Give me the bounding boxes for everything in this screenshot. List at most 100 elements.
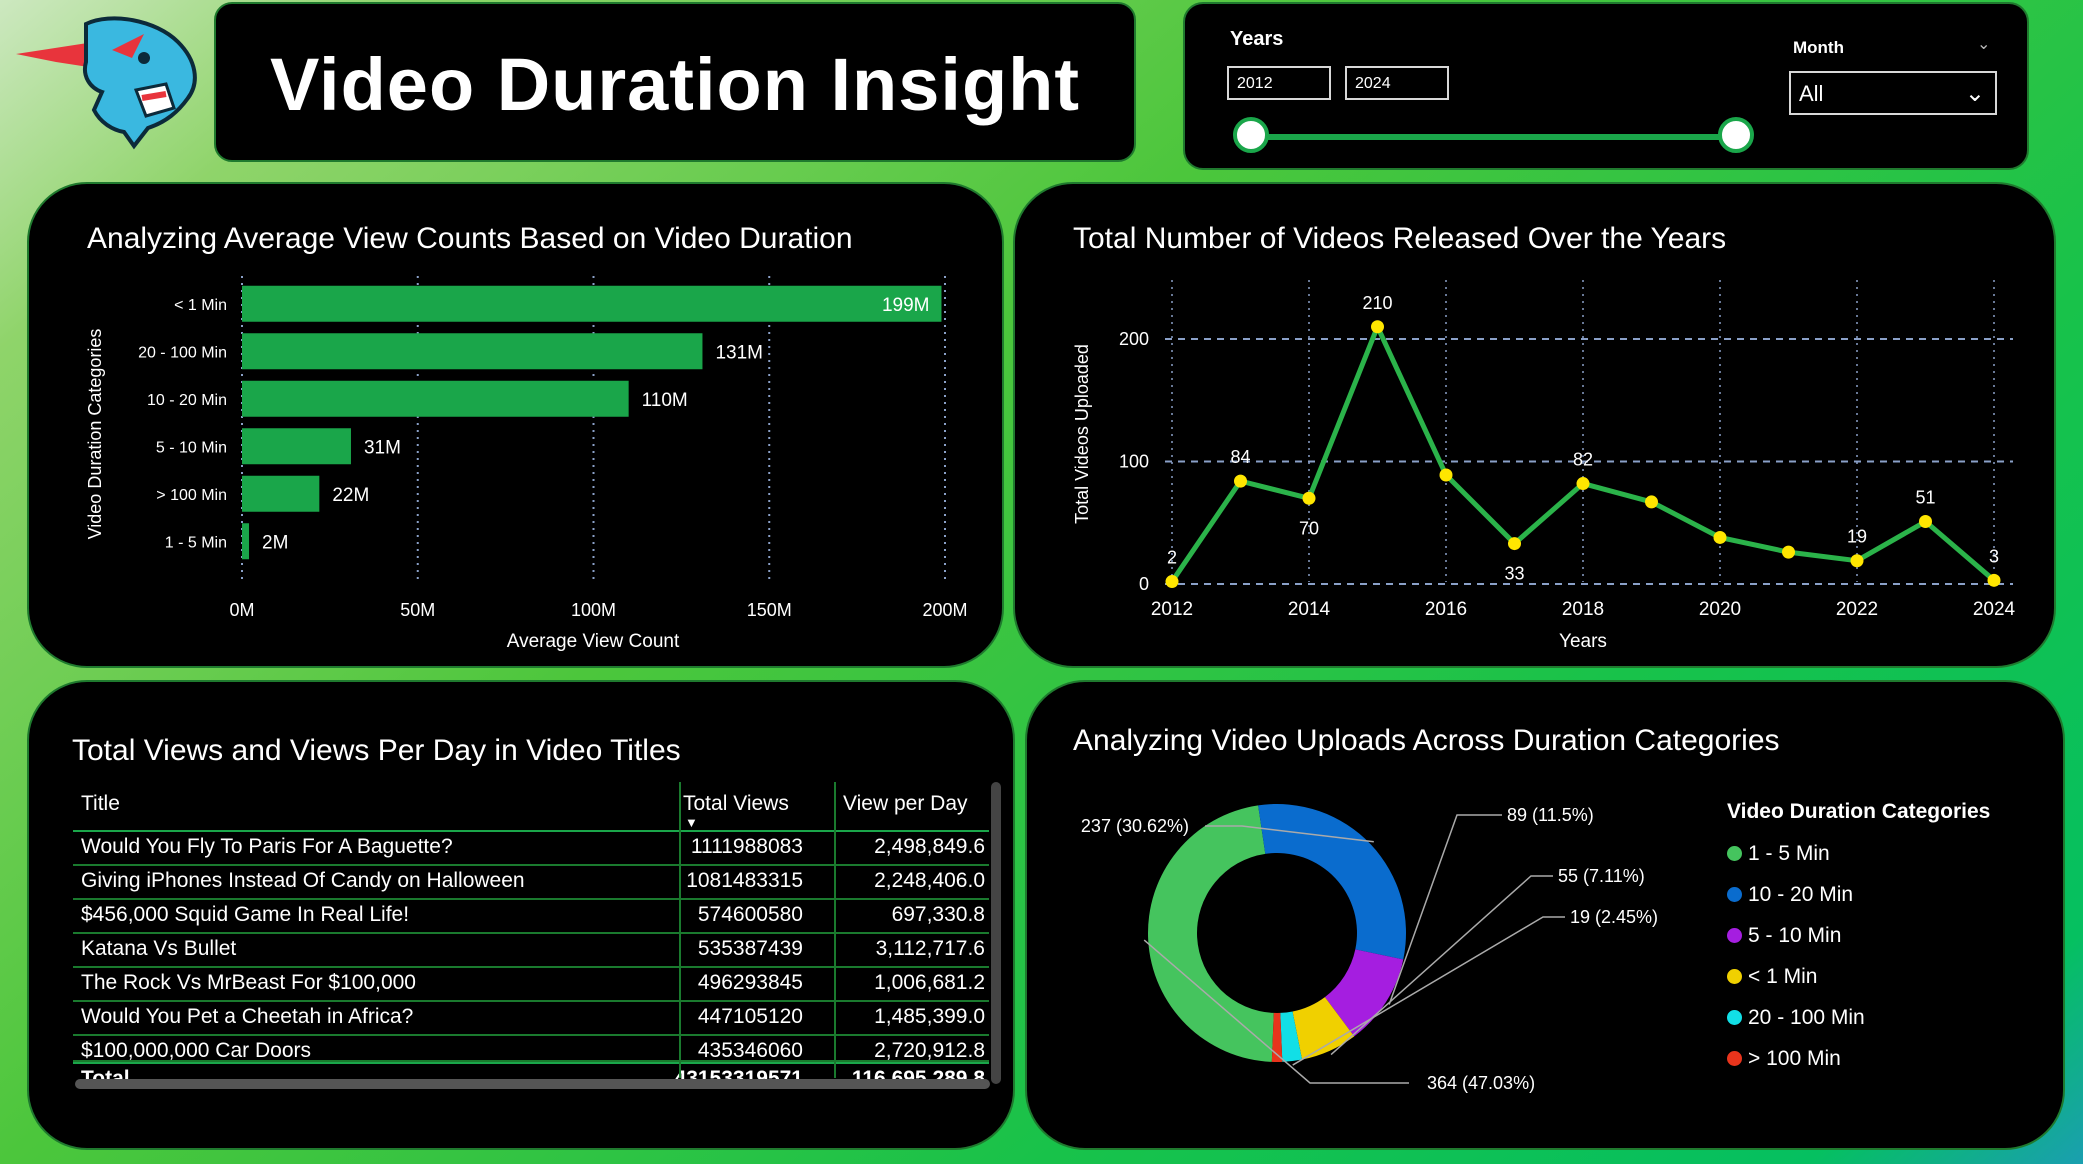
data-label: 19 [1847, 527, 1867, 547]
chevron-down-icon[interactable]: ⌄ [1977, 34, 1990, 54]
line-chart-panel: Total Number of Videos Released Over the… [1013, 182, 2056, 668]
years-filter-label: Years [1230, 28, 1284, 50]
year-range-slider[interactable] [1250, 134, 1740, 140]
legend-item[interactable]: > 100 Min [1727, 1047, 1841, 1075]
x-tick-label: 2014 [1288, 599, 1331, 620]
bar-value-label: 2M [262, 532, 288, 553]
data-label: 82 [1573, 450, 1593, 470]
cell-view-per-day: 1,485,399.0 [874, 1005, 985, 1028]
cell-view-per-day: 2,498,849.6 [874, 835, 985, 858]
x-tick-label: 2020 [1699, 599, 1741, 620]
cell-total-views: 1111988083 [690, 835, 803, 858]
legend-item[interactable]: 1 - 5 Min [1727, 842, 1830, 870]
legend-item[interactable]: 10 - 20 Min [1727, 883, 1853, 911]
bar-value-label: 31M [364, 437, 401, 458]
data-point [1439, 468, 1453, 482]
data-point [1576, 477, 1590, 491]
logo-icon [16, 16, 197, 150]
legend-title: Video Duration Categories [1727, 800, 1991, 823]
bar-value-label: 22M [332, 485, 369, 506]
cell-total-views: 574600580 [697, 903, 803, 926]
col-header-title[interactable]: Title [81, 792, 120, 816]
y-tick-label: 5 - 10 Min [156, 439, 227, 456]
table-row[interactable]: The Rock Vs MrBeast For $100,000 4962938… [73, 968, 989, 1002]
x-tick-label: 2018 [1562, 599, 1604, 620]
cell-title: Would You Pet a Cheetah in Africa? [81, 1005, 414, 1028]
table-row[interactable]: Katana Vs Bullet 535387439 3,112,717.6 [73, 934, 989, 968]
year-end-input[interactable]: 2024 [1345, 66, 1449, 100]
legend-swatch [1727, 969, 1742, 984]
table-panel: Total Views and Views Per Day in Video T… [27, 680, 1015, 1150]
legend-swatch [1727, 846, 1742, 861]
x-tick-label: 2024 [1973, 599, 2016, 620]
bar-chart: 0M 50M 100M 150M 200M < 1 Min 199M 20 - 100 Min… [85, 276, 968, 652]
table-row[interactable]: $100,000,000 Car Doors 435346060 2,720,9… [73, 1036, 989, 1062]
cell-title: The Rock Vs MrBeast For $100,000 [81, 971, 416, 994]
col-header-view-per-day[interactable]: View per Day [843, 792, 968, 816]
cell-title: $456,000 Squid Game In Real Life! [81, 903, 410, 926]
bar [242, 380, 629, 417]
title-card: Video Duration Insight [214, 2, 1136, 162]
bar-value-label: 131M [715, 342, 763, 363]
legend-label: 20 - 100 Min [1748, 1006, 1865, 1029]
donut-slice [1148, 805, 1274, 1062]
data-point [1987, 573, 2001, 587]
page-title: Video Duration Insight [270, 43, 1080, 126]
slice-leader-line [1388, 814, 1502, 1005]
vertical-scrollbar[interactable] [991, 782, 1001, 1084]
data-point [1165, 575, 1179, 589]
bar [242, 428, 351, 465]
dashboard: Video Duration Insight Years 2012 2024 M… [0, 0, 2083, 1164]
slider-handle-end[interactable] [1718, 117, 1754, 153]
y-tick-label: 0 [1139, 574, 1149, 594]
x-tick-label: 200M [922, 600, 967, 620]
month-dropdown[interactable]: All ⌄ [1789, 71, 1997, 115]
x-tick-label: 50M [400, 600, 435, 620]
data-point [1713, 530, 1727, 544]
data-point [1234, 474, 1247, 488]
table-row[interactable]: $456,000 Squid Game In Real Life! 574600… [73, 900, 989, 934]
data-point [1645, 495, 1658, 509]
data-label: 33 [1504, 564, 1524, 584]
year-start-input[interactable]: 2012 [1227, 66, 1331, 100]
data-label: 84 [1230, 447, 1250, 467]
line-chart: 0 100 200 2012 2014 2016 2018 2020 2022 2024 2 84 70… [1072, 280, 2016, 652]
legend-swatch [1727, 1010, 1742, 1025]
bar-value-label: 110M [642, 390, 688, 411]
slider-handle-start[interactable] [1233, 117, 1269, 153]
table-row[interactable]: Giving iPhones Instead Of Candy on Hallo… [73, 866, 989, 900]
x-tick-label: 2022 [1836, 599, 1878, 620]
column-divider [834, 782, 836, 1078]
legend-swatch [1727, 928, 1742, 943]
legend-label: > 100 Min [1748, 1047, 1841, 1070]
cell-title: Would You Fly To Paris For A Baguette? [81, 835, 453, 858]
legend-swatch [1727, 1051, 1742, 1066]
cell-view-per-day: 697,330.8 [891, 903, 985, 926]
cell-total-views: 435346060 [697, 1039, 803, 1062]
table-row[interactable]: Would You Fly To Paris For A Baguette? 1… [73, 832, 989, 866]
month-filter-label: Month [1793, 38, 1844, 57]
legend-item[interactable]: 20 - 100 Min [1727, 1006, 1865, 1034]
y-axis-label: Total Videos Uploaded [1072, 344, 1092, 524]
y-tick-label: 10 - 20 Min [147, 392, 227, 409]
cell-view-per-day: 1,006,681.2 [874, 971, 985, 994]
legend-label: 1 - 5 Min [1748, 842, 1830, 865]
legend-item[interactable]: 5 - 10 Min [1727, 924, 1841, 952]
bar [242, 475, 320, 512]
cell-title: Katana Vs Bullet [81, 937, 237, 960]
views-table: Title Total Views ▼ View per Day Would Y… [73, 782, 989, 1096]
cell-title: Giving iPhones Instead Of Candy on Hallo… [81, 869, 525, 892]
horizontal-scrollbar[interactable] [75, 1079, 990, 1089]
legend-label: 5 - 10 Min [1748, 924, 1842, 947]
cell-total-views: 1081483315 [686, 869, 803, 892]
legend-item[interactable]: < 1 Min [1727, 965, 1817, 993]
col-header-total-views[interactable]: Total Views ▼ [683, 792, 789, 830]
slice-label: 364 (47.03%) [1427, 1073, 1535, 1093]
cell-title: $100,000,000 Car Doors [81, 1039, 311, 1062]
slice-label: 55 (7.11%) [1558, 866, 1645, 886]
table-row[interactable]: Would You Pet a Cheetah in Africa? 44710… [73, 1002, 989, 1036]
data-point [1919, 515, 1932, 529]
legend-label: < 1 Min [1748, 965, 1818, 988]
x-tick-label: 100M [571, 600, 616, 620]
y-tick-label: 1 - 5 Min [165, 534, 227, 551]
